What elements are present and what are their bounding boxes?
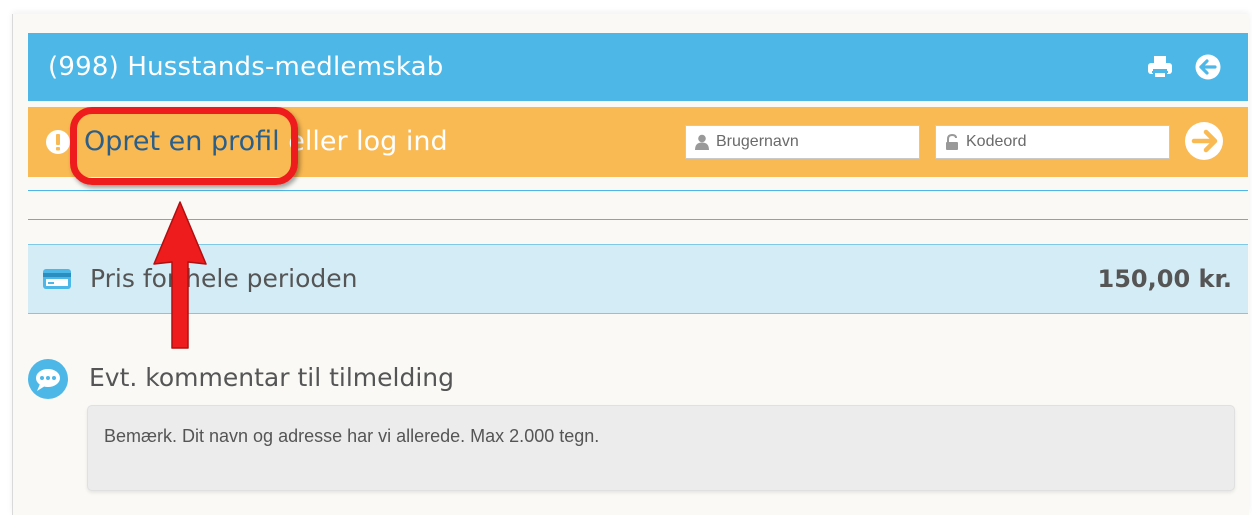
lock-icon — [946, 134, 958, 150]
comment-label: Evt. kommentar til tilmelding — [89, 363, 454, 392]
comment-box[interactable] — [87, 405, 1235, 491]
price-row: Pris for hele perioden 150,00 kr. — [28, 244, 1248, 314]
username-field[interactable] — [685, 125, 920, 159]
divider-line — [28, 190, 1248, 191]
password-field[interactable] — [935, 125, 1170, 159]
price-label: Pris for hele perioden — [90, 264, 358, 293]
password-input[interactable] — [966, 126, 1166, 158]
credit-card-icon — [43, 269, 71, 289]
speech-bubble-icon — [28, 359, 68, 399]
header-bar: (998) Husstands-medlemskab — [28, 33, 1248, 101]
divider-line — [28, 219, 1248, 220]
highlight-annotation — [70, 107, 298, 185]
login-prompt-text: eller log ind — [279, 126, 448, 157]
logout-icon[interactable] — [1194, 53, 1222, 81]
comment-input[interactable] — [88, 406, 1234, 490]
price-value: 150,00 kr. — [1097, 265, 1232, 293]
arrow-annotation — [153, 201, 207, 349]
login-submit-button[interactable] — [1184, 121, 1224, 161]
username-input[interactable] — [716, 126, 916, 158]
user-icon — [695, 134, 709, 150]
printer-icon[interactable] — [1146, 53, 1174, 81]
page-title: (998) Husstands-medlemskab — [48, 52, 444, 82]
exclamation-icon — [46, 130, 70, 154]
